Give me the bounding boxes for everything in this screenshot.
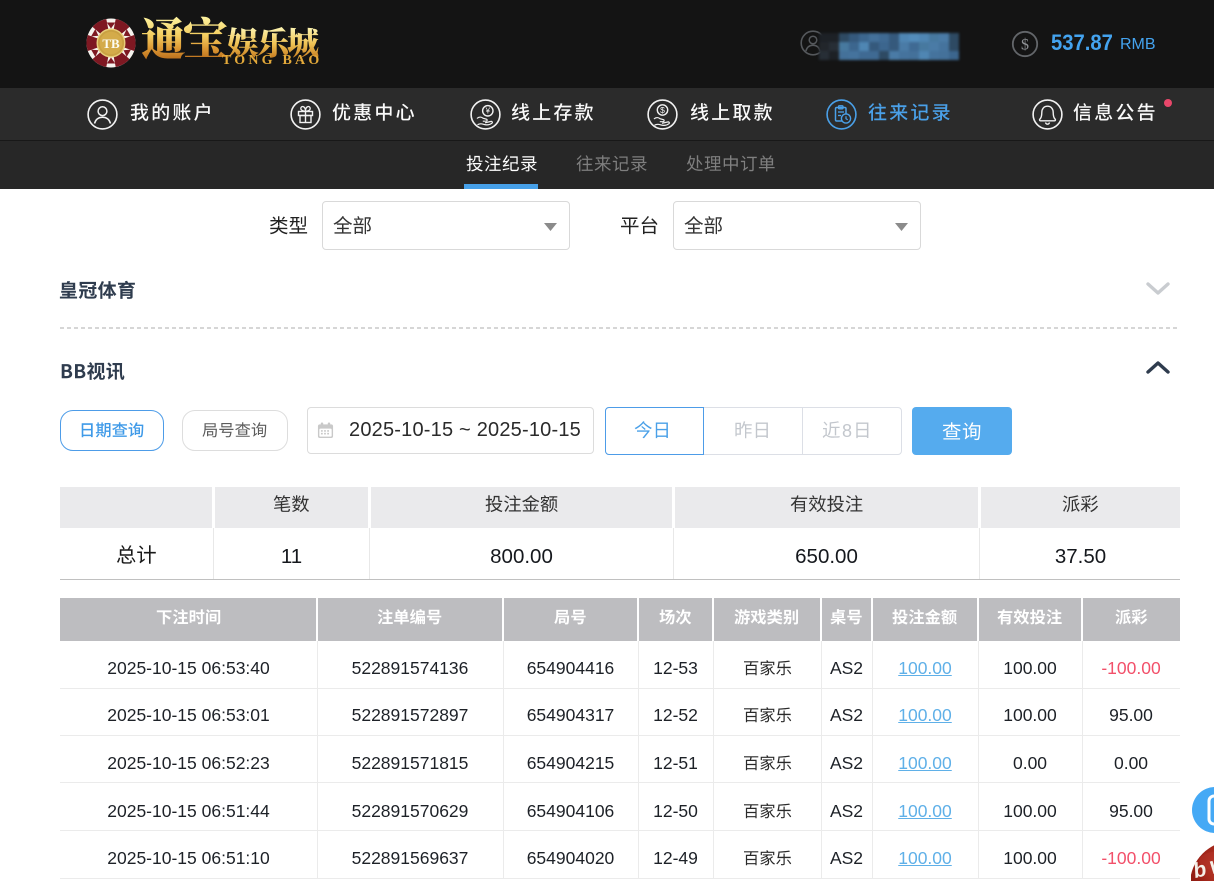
svg-text:$: $ bbox=[660, 105, 665, 115]
svg-text:b∨: b∨ bbox=[1191, 853, 1214, 881]
svg-text:$: $ bbox=[1021, 37, 1029, 54]
svg-text:TB: TB bbox=[102, 36, 120, 51]
svg-text:¥: ¥ bbox=[485, 107, 491, 116]
